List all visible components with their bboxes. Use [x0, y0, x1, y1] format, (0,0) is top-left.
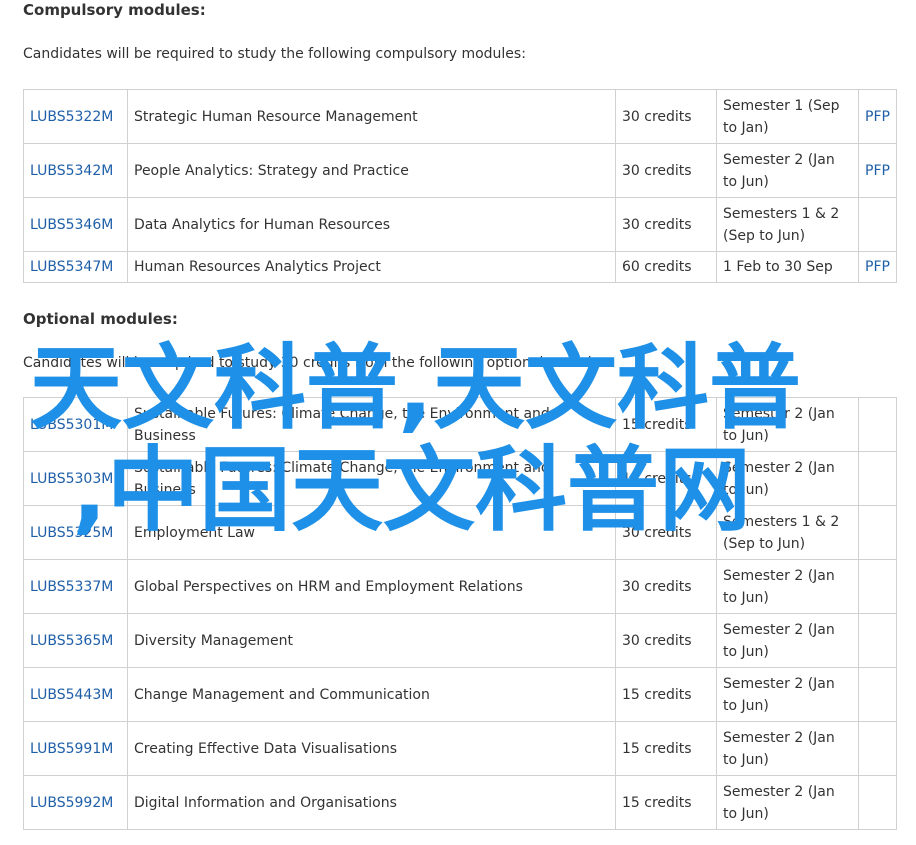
module-code-link-cell: LUBS5443M [23, 667, 128, 722]
module-code-link[interactable]: LUBS5301M [30, 417, 113, 433]
module-code-link-cell: LUBS5337M [23, 559, 128, 614]
module-credits-cell: 15 credits [615, 397, 717, 452]
module-spec-link-cell [858, 721, 897, 776]
module-code-link[interactable]: LUBS5303M [30, 471, 113, 487]
module-row: LUBS5301M Sustainable Futures: Climate Ch… [23, 397, 897, 452]
module-code-link-cell: LUBS5346M [23, 197, 128, 252]
module-code-link[interactable]: LUBS5365M [30, 633, 113, 649]
compulsory-heading: Compulsory modules: [23, 1, 206, 19]
module-title-cell: Creating Effective Data Visualisations [127, 721, 616, 776]
module-credits-cell: 15 credits [615, 667, 717, 722]
module-code-link-cell: LUBS5325M [23, 505, 128, 560]
module-row: LUBS5322M Strategic Human Resource Manage… [23, 89, 897, 144]
optional-table-body: LUBS5301M Sustainable Futures: Climate Ch… [23, 397, 897, 830]
module-spec-link-cell [858, 613, 897, 668]
module-title-cell: People Analytics: Strategy and Practice [127, 143, 616, 198]
compulsory-table-body: LUBS5322M Strategic Human Resource Manage… [23, 89, 897, 283]
module-semester-cell: Semesters 1 & 2 (Sep to Jun) [716, 197, 859, 252]
module-title-cell: Sustainable Futures: Climate Change, the… [127, 397, 616, 452]
module-spec-link-cell [858, 775, 897, 830]
module-semester-cell: Semester 2 (Jan to Jun) [716, 143, 859, 198]
module-credits-cell: 60 credits [615, 251, 717, 283]
module-spec-link-cell: PFP [858, 143, 897, 198]
module-semester-cell: Semesters 1 & 2 (Sep to Jun) [716, 505, 859, 560]
module-spec-link-cell [858, 505, 897, 560]
module-title-cell: Data Analytics for Human Resources [127, 197, 616, 252]
module-code-link[interactable]: LUBS5342M [30, 163, 113, 179]
module-semester-cell: Semester 2 (Jan to Jun) [716, 775, 859, 830]
module-code-link-cell: LUBS5301M [23, 397, 128, 452]
module-spec-link[interactable]: PFP [865, 109, 890, 125]
module-spec-link-cell [858, 397, 897, 452]
module-credits-cell: 30 credits [615, 613, 717, 668]
module-code-link[interactable]: LUBS5991M [30, 741, 113, 757]
module-row: LUBS5992M Digital Information and Organis… [23, 775, 897, 830]
module-row: LUBS5443M Change Management and Communica… [23, 667, 897, 722]
module-row: LUBS5347M Human Resources Analytics Proje… [23, 251, 897, 283]
module-code-link[interactable]: LUBS5443M [30, 687, 113, 703]
module-semester-cell: Semester 2 (Jan to Jun) [716, 667, 859, 722]
module-title-cell: Employment Law [127, 505, 616, 560]
module-spec-link-cell: PFP [858, 89, 897, 144]
module-row: LUBS5337M Global Perspectives on HRM and … [23, 559, 897, 614]
module-spec-link-cell [858, 197, 897, 252]
module-title-cell: Strategic Human Resource Management [127, 89, 616, 144]
module-code-link-cell: LUBS5303M [23, 451, 128, 506]
module-code-link-cell: LUBS5322M [23, 89, 128, 144]
module-code-link-cell: LUBS5365M [23, 613, 128, 668]
module-spec-link-cell [858, 559, 897, 614]
module-semester-cell: Semester 2 (Jan to Jun) [716, 397, 859, 452]
module-credits-cell: 30 credits [615, 89, 717, 144]
module-credits-cell: 15 credits [615, 451, 717, 506]
module-title-cell: Global Perspectives on HRM and Employmen… [127, 559, 616, 614]
module-code-link-cell: LUBS5342M [23, 143, 128, 198]
module-row: LUBS5325M Employment Law 30 credits Semeste… [23, 505, 897, 560]
module-title-cell: Change Management and Communication [127, 667, 616, 722]
module-credits-cell: 15 credits [615, 721, 717, 776]
module-credits-cell: 30 credits [615, 559, 717, 614]
module-credits-cell: 30 credits [615, 505, 717, 560]
module-code-link[interactable]: LUBS5322M [30, 109, 113, 125]
optional-heading: Optional modules: [23, 310, 178, 328]
module-spec-link-cell [858, 667, 897, 722]
module-semester-cell: Semester 1 (Sep to Jan) [716, 89, 859, 144]
module-code-link-cell: LUBS5992M [23, 775, 128, 830]
compulsory-modules-table: LUBS5322M Strategic Human Resource Manage… [23, 89, 897, 283]
module-spec-link-cell [858, 451, 897, 506]
module-credits-cell: 15 credits [615, 775, 717, 830]
module-semester-cell: Semester 2 (Jan to Jun) [716, 613, 859, 668]
module-row: LUBS5303M Sustainable Futures: Climate Ch… [23, 451, 897, 506]
module-code-link-cell: LUBS5347M [23, 251, 128, 283]
compulsory-intro: Candidates will be required to study the… [23, 46, 526, 62]
module-spec-link[interactable]: PFP [865, 259, 890, 275]
module-semester-cell: Semester 2 (Jan to Jun) [716, 451, 859, 506]
module-spec-link-cell: PFP [858, 251, 897, 283]
module-semester-cell: Semester 2 (Jan to Jun) [716, 721, 859, 776]
module-semester-cell: 1 Feb to 30 Sep [716, 251, 859, 283]
optional-modules-table: LUBS5301M Sustainable Futures: Climate Ch… [23, 397, 897, 830]
module-code-link-cell: LUBS5991M [23, 721, 128, 776]
module-credits-cell: 30 credits [615, 197, 717, 252]
module-title-cell: Digital Information and Organisations [127, 775, 616, 830]
module-code-link[interactable]: LUBS5337M [30, 579, 113, 595]
module-title-cell: Human Resources Analytics Project [127, 251, 616, 283]
module-title-cell: Sustainable Futures: Climate Change, the… [127, 451, 616, 506]
module-code-link[interactable]: LUBS5325M [30, 525, 113, 541]
module-code-link[interactable]: LUBS5346M [30, 217, 113, 233]
module-row: LUBS5365M Diversity Management 30 credits S… [23, 613, 897, 668]
module-semester-cell: Semester 2 (Jan to Jun) [716, 559, 859, 614]
module-row: LUBS5342M People Analytics: Strategy and … [23, 143, 897, 198]
module-spec-link[interactable]: PFP [865, 163, 890, 179]
module-title-cell: Diversity Management [127, 613, 616, 668]
module-credits-cell: 30 credits [615, 143, 717, 198]
optional-intro: Candidates will be required to study 30 … [23, 355, 613, 371]
module-row: LUBS5346M Data Analytics for Human Resour… [23, 197, 897, 252]
module-row: LUBS5991M Creating Effective Data Visuali… [23, 721, 897, 776]
module-code-link[interactable]: LUBS5347M [30, 259, 113, 275]
module-code-link[interactable]: LUBS5992M [30, 795, 113, 811]
